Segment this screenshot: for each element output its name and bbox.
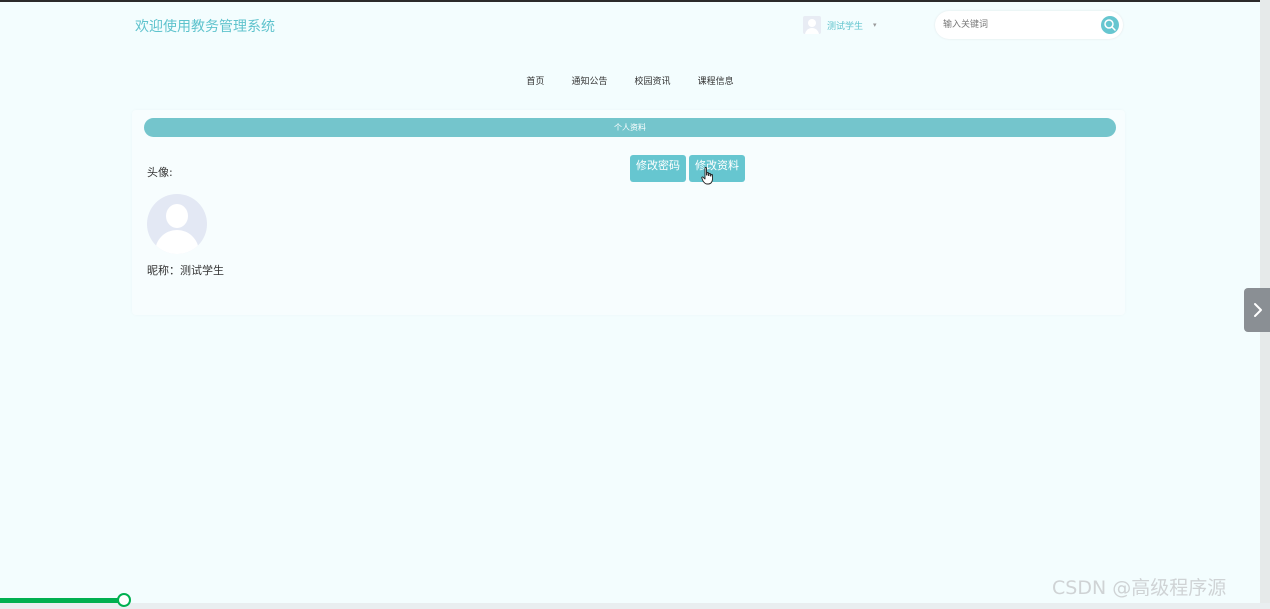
video-progress-track[interactable] bbox=[0, 603, 1270, 609]
avatar-label: 头像: bbox=[147, 166, 173, 179]
top-border bbox=[0, 0, 1270, 2]
video-progress-knob[interactable] bbox=[117, 593, 131, 607]
video-progress-fill bbox=[0, 598, 125, 603]
user-name: 测试学生 bbox=[827, 21, 864, 32]
user-menu[interactable]: 测试学生 ▾ bbox=[803, 15, 877, 35]
search-icon bbox=[1104, 19, 1116, 31]
nickname-text: 昵称：测试学生 bbox=[147, 264, 224, 277]
cursor-hand-icon bbox=[701, 167, 713, 185]
watermark: CSDN @高级程序源 bbox=[1052, 577, 1227, 599]
profile-card: 个人资料 bbox=[132, 110, 1125, 315]
nav-item-home[interactable]: 首页 bbox=[526, 74, 544, 87]
search-input[interactable] bbox=[943, 16, 1093, 34]
site-title: 欢迎使用教务管理系统 bbox=[135, 19, 275, 35]
edit-profile-button[interactable]: 修改资料 bbox=[689, 155, 745, 182]
main-nav: 首页 通知公告 校园资讯 课程信息 bbox=[0, 69, 1260, 88]
search-button[interactable] bbox=[1101, 16, 1119, 34]
nav-item-courses[interactable]: 课程信息 bbox=[698, 74, 734, 87]
chevron-right-icon bbox=[1254, 303, 1262, 317]
nav-item-notices[interactable]: 通知公告 bbox=[571, 74, 607, 87]
profile-avatar bbox=[147, 194, 207, 254]
change-password-button[interactable]: 修改密码 bbox=[630, 155, 686, 182]
nav-item-campus-news[interactable]: 校园资讯 bbox=[635, 74, 671, 87]
user-avatar-icon bbox=[803, 16, 821, 34]
side-panel-toggle[interactable] bbox=[1244, 288, 1270, 332]
search-box bbox=[935, 11, 1123, 39]
section-title: 个人资料 bbox=[144, 118, 1116, 137]
chevron-down-icon: ▾ bbox=[873, 21, 877, 29]
